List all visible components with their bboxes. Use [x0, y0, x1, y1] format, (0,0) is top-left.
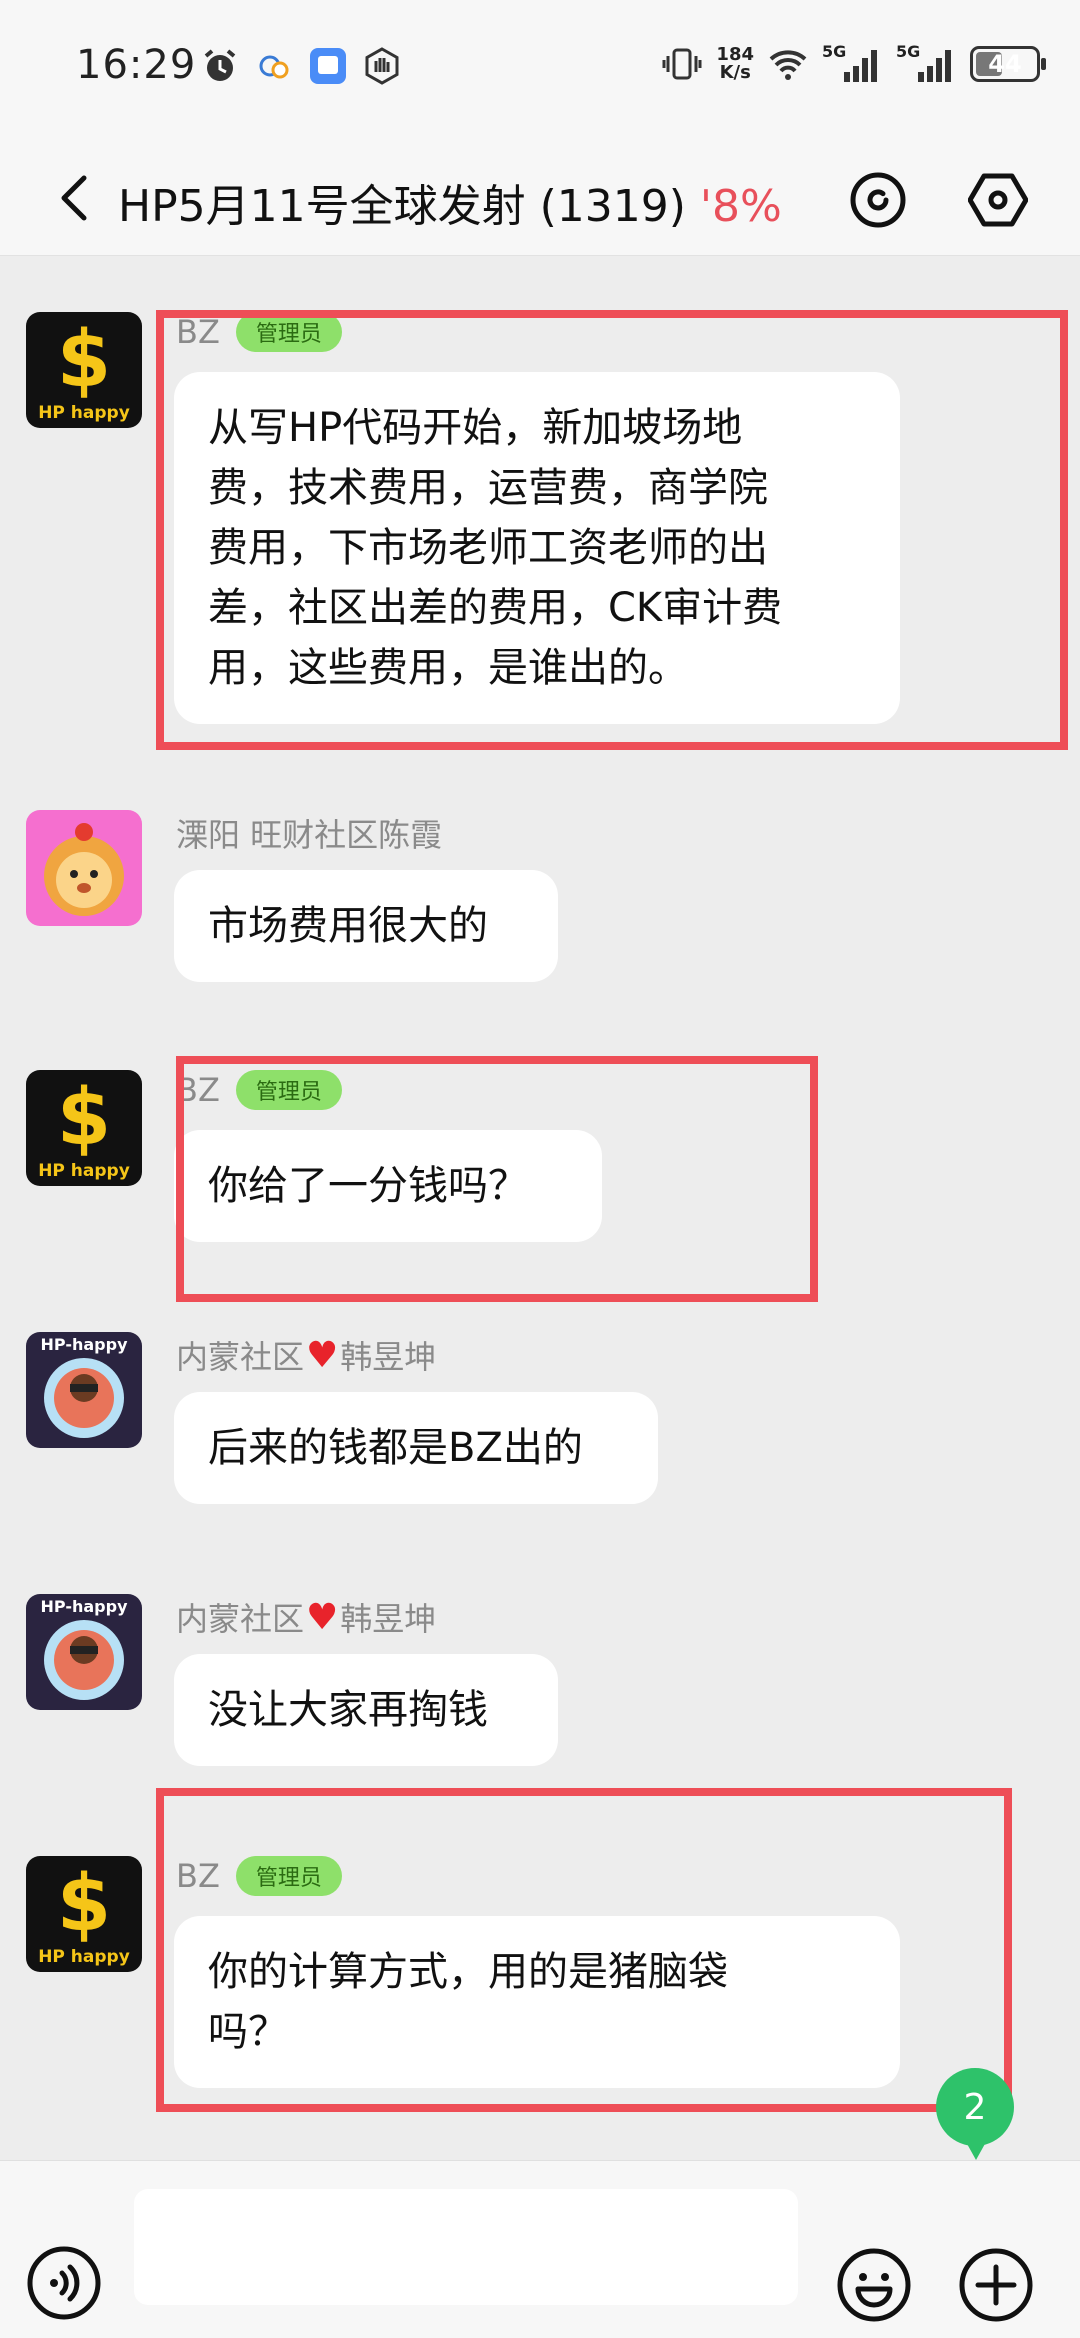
sender-row: 内蒙社区 ♥ 韩昱坤: [176, 1594, 436, 1640]
chat-header: HP5月11号全球发射 (1319) '8%: [0, 140, 1080, 256]
hand-gesture-icon: [365, 47, 399, 85]
title-percent: '8%: [699, 181, 782, 232]
highlight-box: [176, 1056, 818, 1302]
hp-happy-logo-icon: $HP happy: [26, 1070, 142, 1186]
hp-happy-character-icon: HP-happy: [26, 1332, 142, 1448]
hexagon-settings-icon: [968, 173, 1028, 227]
input-bar: [0, 2160, 1080, 2338]
message-text-line: 没让大家再掏钱: [208, 1687, 488, 1733]
battery-indicator: 44: [970, 46, 1046, 82]
message-bubble[interactable]: 市场费用很大的: [174, 870, 558, 982]
sender-name: 韩昱坤: [340, 1600, 437, 1638]
status-system-icons: 184 K/s 5G 5G 44: [662, 42, 1046, 84]
avatar-lion[interactable]: [26, 810, 142, 926]
cellular-signal-1: 5G: [822, 42, 882, 84]
chevron-left-icon: [61, 175, 87, 221]
more-actions-button[interactable]: [958, 2247, 1034, 2323]
message-text-line: 市场费用很大的: [208, 903, 488, 949]
alarm-icon: [204, 49, 236, 81]
emoji-button[interactable]: [836, 2247, 912, 2323]
sender-row: 溧阳 旺财社区陈霞: [176, 810, 442, 856]
cloud-chat-icon: [259, 55, 289, 79]
app-notification-icon: [310, 48, 346, 84]
svg-text:$: $: [57, 1073, 111, 1163]
cellular-signal-2: 5G: [896, 42, 956, 84]
signal-2-label: 5G: [896, 42, 921, 61]
avatar-hp-happy[interactable]: $ HP happy: [26, 312, 142, 428]
battery-percent: 44: [988, 50, 1022, 78]
avatar-hp-happy[interactable]: $ HP happy: [26, 1856, 142, 1972]
voice-input-button[interactable]: [26, 2245, 102, 2321]
network-speed: 184 K/s: [716, 46, 754, 82]
heart-icon: ♥: [306, 1334, 339, 1376]
network-speed-unit: K/s: [719, 62, 751, 83]
avatar-hp-character[interactable]: HP-happy: [26, 1332, 142, 1448]
plus-icon: [959, 2248, 1033, 2322]
heart-icon: ♥: [306, 1596, 339, 1638]
emoji-icon: [837, 2248, 911, 2322]
avatar-hp-happy[interactable]: $ HP happy: [26, 1070, 142, 1186]
voice-icon: [27, 2246, 101, 2320]
status-time: 16:29: [76, 42, 197, 88]
status-notification-icons: [200, 46, 402, 86]
message-input[interactable]: [134, 2189, 798, 2305]
sender-name: 韩昱坤: [340, 1338, 437, 1376]
sender-community: 内蒙社区: [176, 1600, 305, 1638]
refresh-button[interactable]: [848, 170, 908, 230]
settings-button[interactable]: [968, 170, 1028, 230]
group-name: HP5月11号全球发射 (1319): [118, 181, 686, 232]
wifi-icon: [769, 50, 807, 80]
sender-name: 溧阳 旺财社区陈霞: [176, 816, 443, 854]
circle-refresh-icon: [850, 172, 906, 228]
hp-happy-character-icon: HP-happy: [26, 1594, 142, 1710]
signal-1-label: 5G: [822, 42, 847, 61]
highlight-box: [156, 310, 1068, 750]
hp-happy-logo-icon: $HP happy: [26, 1856, 142, 1972]
message-bubble[interactable]: 后来的钱都是BZ出的: [174, 1392, 658, 1504]
back-button[interactable]: [46, 170, 102, 226]
lion-avatar-icon: [26, 810, 142, 926]
message-text-line: 后来的钱都是BZ出的: [208, 1425, 583, 1471]
avatar-character-text: HP-happy: [41, 1335, 129, 1354]
avatar-hp-character[interactable]: HP-happy: [26, 1594, 142, 1710]
message-bubble[interactable]: 没让大家再掏钱: [174, 1654, 558, 1766]
unread-count-badge[interactable]: 2: [936, 2068, 1014, 2160]
hp-happy-logo-icon: $HP happy: [26, 312, 142, 428]
svg-text:$: $: [57, 315, 111, 405]
vibrate-icon: [662, 48, 702, 80]
avatar-character-text: HP-happy: [41, 1597, 129, 1616]
avatar-logo-text: HP happy: [38, 403, 130, 423]
chat-title: HP5月11号全球发射 (1319) '8%: [118, 170, 782, 234]
avatar-logo-text: HP happy: [38, 1161, 130, 1181]
svg-text:$: $: [57, 1859, 111, 1949]
status-bar: 16:29 184 K/s 5G 5G 44: [0, 0, 1080, 140]
highlight-box: [156, 1788, 1012, 2112]
sender-community: 内蒙社区: [176, 1338, 305, 1376]
sender-row: 内蒙社区 ♥ 韩昱坤: [176, 1332, 436, 1378]
avatar-logo-text: HP happy: [38, 1947, 130, 1967]
